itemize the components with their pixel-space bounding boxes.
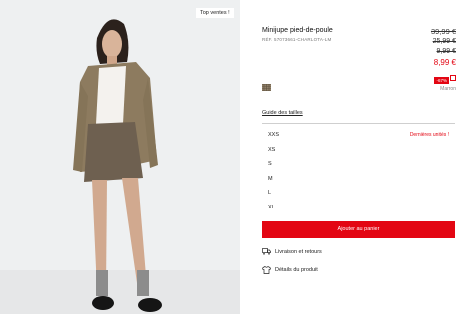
size-label: S — [268, 161, 272, 167]
model-image — [0, 0, 240, 314]
previous-price: 25,99 € — [432, 38, 456, 45]
product-reference: RÉF. 57073661-CHARLOTA-LM — [262, 37, 332, 42]
size-option-xxs[interactable]: XXS Dernières unités ! — [262, 128, 455, 143]
add-to-cart-button[interactable]: Ajouter au panier — [262, 221, 455, 238]
tshirt-icon — [262, 266, 271, 274]
size-label: M — [268, 175, 273, 182]
size-option-xs[interactable]: XS — [262, 143, 455, 158]
info-icon[interactable] — [450, 74, 456, 81]
size-label: L — [268, 190, 272, 196]
size-option-xl[interactable]: XL — [262, 201, 455, 209]
size-label: XL — [268, 204, 275, 209]
size-guide-link[interactable]: Guide des tailles — [262, 110, 303, 116]
top-sales-badge: Top ventes ! — [196, 8, 234, 18]
delivery-label: Livraison et retours — [275, 248, 322, 255]
truck-icon — [262, 248, 271, 255]
product-photo[interactable]: Top ventes ! — [0, 0, 240, 314]
details-label: Détails du produit — [275, 267, 318, 273]
product-details-link[interactable]: Détails du produit — [262, 266, 318, 274]
original-price: 39,99 € — [430, 27, 456, 36]
discount-row: -67% — [434, 69, 456, 86]
delivery-returns-link[interactable]: Livraison et retours — [262, 248, 322, 255]
size-option-s[interactable]: S — [262, 157, 455, 172]
divider — [262, 123, 455, 124]
price-block: 39,99 € 25,99 € 9,99 € 8,99 € -67% — [431, 27, 456, 87]
discount-badge: -67% — [434, 77, 449, 84]
size-option-m[interactable]: M — [262, 172, 455, 187]
size-list: XXS Dernières unités ! XS S M L XL — [262, 128, 455, 208]
previous-price-2: 9,99 € — [436, 48, 456, 55]
low-stock-note: Dernières unités ! — [409, 132, 449, 138]
color-name: Marron — [440, 86, 456, 92]
size-label: XXS — [268, 132, 280, 138]
size-label: XS — [268, 146, 276, 153]
color-swatch[interactable] — [262, 84, 271, 91]
size-option-l[interactable]: L — [262, 186, 455, 201]
product-title: Minijupe pied-de-poule — [262, 27, 333, 34]
current-price: 8,99 € — [433, 58, 456, 67]
product-info-panel: Minijupe pied-de-poule RÉF. 57073661-CHA… — [262, 0, 462, 314]
